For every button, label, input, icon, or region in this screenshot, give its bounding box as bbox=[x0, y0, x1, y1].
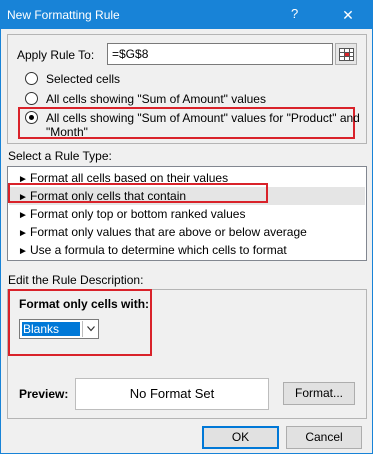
cancel-button[interactable]: Cancel bbox=[286, 426, 362, 449]
edit-description-label: Edit the Rule Description: bbox=[8, 273, 144, 287]
preview-label: Preview: bbox=[19, 387, 69, 401]
format-button[interactable]: Format... bbox=[283, 382, 355, 405]
rule-item-label: Format only top or bottom ranked values bbox=[30, 207, 246, 221]
rule-arrow-icon: ► bbox=[18, 246, 28, 257]
radio-label: All cells showing "Sum of Amount" values bbox=[46, 92, 266, 106]
highlight-box-format bbox=[8, 289, 152, 356]
rule-item-label: Use a formula to determine which cells t… bbox=[30, 243, 287, 257]
rule-item-label: Format only values that are above or bel… bbox=[30, 225, 307, 239]
dialog-title: New Formatting Rule bbox=[7, 8, 120, 22]
radio-label-line2: "Month" bbox=[46, 125, 88, 139]
radio-label: Selected cells bbox=[46, 72, 121, 86]
highlight-box-rule-type bbox=[8, 183, 268, 203]
apply-rule-input[interactable]: =$G$8 bbox=[107, 43, 333, 65]
rule-item-formula[interactable]: ► Use a formula to determine which cells … bbox=[9, 241, 365, 259]
radio-button[interactable] bbox=[25, 72, 38, 85]
rule-item-top-bottom[interactable]: ► Format only top or bottom ranked values bbox=[9, 205, 365, 223]
apply-rule-value: =$G$8 bbox=[112, 47, 149, 61]
apply-rule-label: Apply Rule To: bbox=[17, 48, 95, 62]
help-button[interactable]: ? bbox=[291, 6, 298, 21]
preview-box: No Format Set bbox=[75, 378, 269, 410]
rule-type-label: Select a Rule Type: bbox=[8, 149, 112, 163]
range-collapse-icon bbox=[339, 48, 354, 61]
close-button[interactable]: ✕ bbox=[336, 5, 360, 25]
rule-type-list: ► Format all cells based on their values … bbox=[7, 166, 367, 261]
title-bar: New Formatting Rule ? ✕ bbox=[1, 1, 372, 29]
range-collapse-button[interactable] bbox=[335, 43, 357, 65]
ok-button[interactable]: OK bbox=[202, 426, 279, 449]
new-formatting-rule-dialog: New Formatting Rule ? ✕ Apply Rule To: =… bbox=[0, 0, 373, 454]
rule-item-above-below-average[interactable]: ► Format only values that are above or be… bbox=[9, 223, 365, 241]
radio-button-checked[interactable] bbox=[25, 111, 38, 124]
radio-button[interactable] bbox=[25, 92, 38, 105]
preview-text: No Format Set bbox=[129, 386, 215, 401]
radio-label-line1: All cells showing "Sum of Amount" values… bbox=[46, 111, 360, 125]
